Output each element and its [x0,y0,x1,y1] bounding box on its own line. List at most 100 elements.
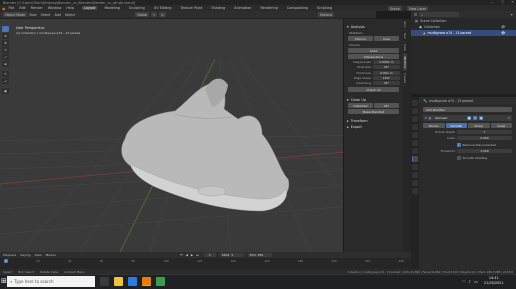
volume-button[interactable]: Volume [348,36,373,41]
proportional-edit-icon[interactable]: ◎ [159,12,166,17]
taskbar-clock[interactable]: 14:41 21/05/2021 [484,276,504,286]
scale-field[interactable]: 0.900 [457,135,512,140]
mode-smooth[interactable]: Smooth [445,123,467,128]
workspace-tab-uv-editing[interactable]: UV Editing [152,6,174,10]
cursor-tool-icon[interactable]: ⊕ [2,33,9,39]
select-tool-icon[interactable]: ⬚ [2,26,9,32]
menu-window[interactable]: Window [48,6,61,10]
playback-controls[interactable]: ⏮ ◀ ▶ ⏭ [180,253,200,257]
current-frame-field[interactable]: 1 [203,252,216,258]
menu-file[interactable]: File [9,6,15,10]
menu-render[interactable]: Render [31,6,43,10]
move-tool-icon[interactable]: ✥ [2,40,9,46]
view-layer-tab-icon[interactable] [412,124,418,130]
volume-icon[interactable]: ♪ [469,279,472,284]
check-row-distorted[interactable]: Distorted 45° [347,65,400,70]
mode-voxel[interactable]: Voxel [490,123,512,128]
distorted-button[interactable]: Distorted [348,103,373,109]
rotate-tool-icon[interactable]: ↻ [2,47,9,53]
check-row-thickness[interactable]: Thickness 0.001 m [347,70,400,75]
visibility-eye-icon[interactable]: 👁 [501,25,505,29]
blender-logo-icon[interactable]: ◉ [2,6,6,11]
annotate-tool-icon[interactable]: ✎ [2,71,9,77]
taskbar-search-input[interactable]: ⌕ Type here to search [7,276,95,287]
timeline-menu-playback[interactable]: Playback [3,253,16,257]
outliner-item-mesh[interactable]: ▲ mudbynew a74 - 13 parsed 👁 [411,30,516,36]
mode-sharp[interactable]: Sharp [468,123,490,128]
check-row-degenerate[interactable]: Degenerate 0.0001 m [347,60,400,65]
scene-selector[interactable]: Scene [388,6,402,11]
mode-blocks[interactable]: Blocks [423,123,445,128]
data-tab-icon[interactable] [412,188,418,194]
workspace-tab-rendering[interactable]: Rendering [258,6,279,10]
viewport-menu-object[interactable]: Object [65,13,75,17]
intersections-button[interactable]: Intersections [348,54,399,59]
npanel-tab-tool[interactable]: Tool [403,31,407,42]
add-cube-tool-icon[interactable]: ▣ [2,88,9,94]
transform-tool-icon[interactable]: ⊞ [2,61,9,67]
timeline-menu-keying[interactable]: Keying [20,253,30,257]
workspace-tab-sculpting[interactable]: Sculpting [127,6,147,10]
export-section[interactable]: ▸ Export [344,124,403,130]
menu-help[interactable]: Help [66,6,74,10]
windows-start-icon[interactable]: ⊞ [1,277,7,286]
workspace-tab-compositing[interactable]: Compositing [285,6,310,10]
workspace-tab-texture-paint[interactable]: Texture Paint [178,6,204,10]
octree-depth-field[interactable]: 7 [457,130,512,135]
check-all-button[interactable]: Check All [348,87,399,93]
outliner-search-input[interactable]: ⌕ [419,12,460,17]
tool-tab-icon[interactable] [412,100,418,106]
workspace-tab-modeling[interactable]: Modeling [102,6,121,10]
task-view-icon[interactable] [100,277,109,286]
add-modifier-button[interactable]: Add Modifier [423,107,512,112]
checkbox-unchecked-icon[interactable] [457,156,461,160]
close-icon[interactable]: ✕ [507,116,510,120]
solid-button[interactable]: Solid [348,48,399,53]
check-row-edge-sharp[interactable]: Edge Sharp 160° [347,75,400,81]
world-tab-icon[interactable] [412,140,418,146]
object-tab-icon[interactable] [412,148,418,154]
viewport-menu-view[interactable]: View [29,13,37,17]
filter-icon[interactable]: ⏷ [510,13,513,17]
modifier-tab-icon[interactable] [412,156,418,162]
viewport-menu-add[interactable]: Add [55,13,61,17]
workspace-tab-animation[interactable]: Animation [232,6,253,10]
3d-viewport[interactable] [0,19,376,252]
edit-mode-toggle-icon[interactable]: ▣ [467,116,472,120]
edge-browser-icon[interactable] [128,277,137,286]
check-row-overhang[interactable]: Overhang 45° [347,81,400,86]
area-button[interactable]: Area [374,36,399,41]
workspace-tab-scripting[interactable]: Scripting [315,6,334,10]
scale-tool-icon[interactable]: ⤢ [2,54,9,60]
constraints-tab-icon[interactable] [412,180,418,186]
render-tab-icon[interactable] [412,108,418,114]
chevron-down-icon[interactable]: ▾ [425,116,427,120]
realtime-toggle-icon[interactable]: ▭ [473,116,478,120]
blender-app-icon[interactable] [142,277,151,286]
outliner-editor-icon[interactable]: ☰ [414,13,417,17]
viewport-menu-select[interactable]: Select [41,13,51,17]
threshold-field[interactable]: 1.000 [457,149,512,154]
end-frame-field[interactable]: End 250 [247,252,272,258]
measure-tool-icon[interactable]: ⊿ [2,78,9,84]
workspace-tab-layout[interactable]: Layout [81,6,98,10]
options-dropdown[interactable]: Options [317,12,335,17]
file-explorer-icon[interactable] [114,277,123,286]
remove-disconnected-row[interactable]: ✓ Remove Disconnected [457,143,512,147]
npanel-tab-view[interactable]: View [403,42,407,54]
wifi-icon[interactable]: ◠ [462,279,466,284]
modifier-name-field[interactable]: Remesh [433,115,466,121]
orientation-dropdown[interactable]: Global [135,12,150,17]
checkbox-checked-icon[interactable]: ✓ [457,143,461,147]
snap-toggle-icon[interactable]: ⌖ [151,12,158,17]
npanel-tab-item[interactable]: Item [403,19,407,31]
distorted-value-field[interactable]: 45° [374,103,399,109]
render-toggle-icon[interactable]: ◉ [479,116,484,120]
npanel-tab-create[interactable]: Create [403,71,407,86]
make-manifold-button[interactable]: Make Manifold [348,109,399,115]
workspace-tab-shading[interactable]: Shading [209,6,227,10]
viewport-canvas[interactable] [0,19,376,252]
chrome-browser-icon[interactable] [156,277,165,286]
output-tab-icon[interactable] [412,116,418,122]
visibility-eye-icon[interactable]: 👁 [501,31,505,35]
